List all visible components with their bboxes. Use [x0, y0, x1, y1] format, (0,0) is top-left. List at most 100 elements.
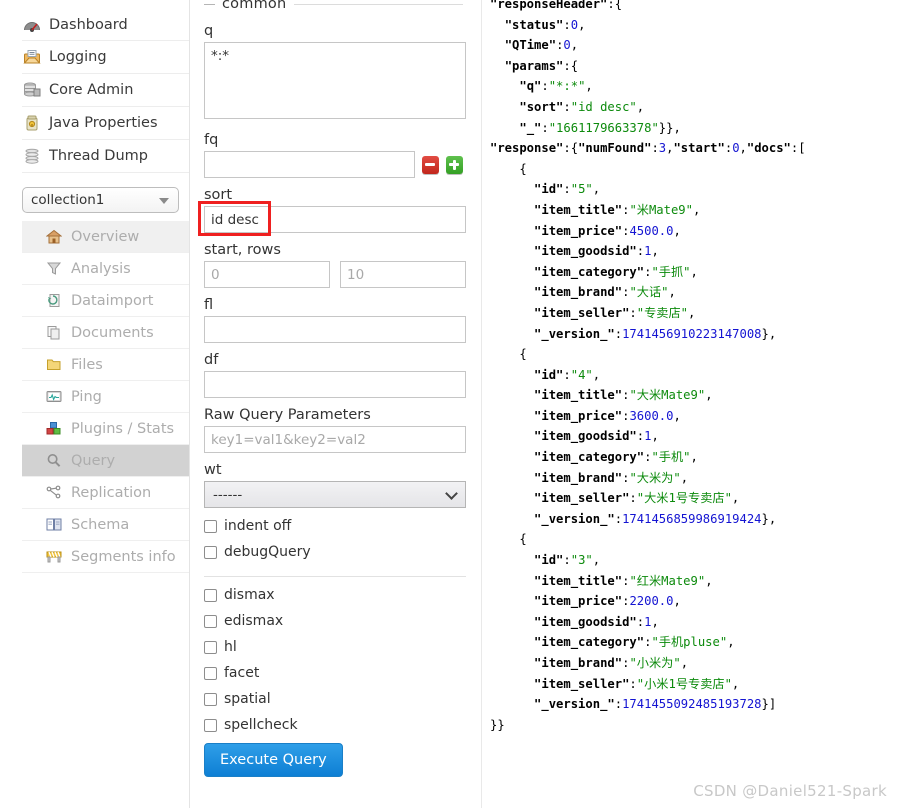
wt-select[interactable]: ------: [204, 481, 466, 508]
checkbox-indent-off[interactable]: indent off: [204, 518, 463, 534]
java-properties-icon: [22, 114, 42, 132]
sidebar-item-segments-info[interactable]: Segments info: [22, 541, 189, 573]
collection-select-value: collection1: [31, 192, 105, 208]
logging-icon: [22, 48, 42, 66]
sidebar-item-files[interactable]: Files: [22, 349, 189, 381]
checkbox-spellcheck[interactable]: spellcheck: [204, 717, 463, 733]
sort-label: sort: [204, 187, 233, 203]
dashboard-icon: [22, 16, 42, 34]
checkbox-label: spellcheck: [224, 717, 298, 733]
sidebar-item-label: Plugins / Stats: [71, 420, 175, 437]
sidebar-core-menu: Overview Analysis Dataimport Documents F…: [0, 221, 189, 573]
fq-label: fq: [204, 132, 219, 148]
checkbox-facet[interactable]: facet: [204, 665, 463, 681]
remove-fq-button[interactable]: [421, 155, 439, 174]
collapse-dash-icon[interactable]: [204, 3, 215, 5]
raw-query-parameters-label: Raw Query Parameters: [204, 407, 371, 423]
checkbox-debug-query[interactable]: debugQuery: [204, 544, 463, 560]
sidebar-top-menu: Dashboard Logging Core Admin Java Proper…: [0, 8, 189, 173]
sidebar-item-label: Replication: [71, 484, 152, 501]
fl-label: fl: [204, 297, 214, 313]
checkbox-icon: [204, 614, 217, 628]
checkbox-hl[interactable]: hl: [204, 639, 463, 655]
minus-icon: [425, 163, 436, 166]
fieldset-legend: common: [222, 0, 287, 12]
start-rows-row: [204, 261, 466, 288]
sort-field-wrap: [198, 201, 466, 236]
fq-input[interactable]: [204, 151, 415, 178]
funnel-icon: [44, 260, 64, 278]
sidebar-item-schema[interactable]: Schema: [22, 509, 189, 541]
checkbox-label: edismax: [224, 613, 284, 629]
sidebar-item-label: Dashboard: [49, 16, 128, 33]
checkbox-icon: [204, 692, 217, 706]
checkbox-label: hl: [224, 639, 237, 655]
q-input[interactable]: [204, 42, 466, 119]
checkbox-spatial[interactable]: spatial: [204, 691, 463, 707]
query-form-panel: common q fq sort start, rows fl: [190, 0, 482, 808]
checkbox-label: dismax: [224, 587, 275, 603]
checkbox-edismax[interactable]: edismax: [204, 613, 463, 629]
rows-input[interactable]: [340, 261, 466, 288]
watermark: CSDN @Daniel521-Spark: [693, 782, 887, 800]
fl-input[interactable]: [204, 316, 466, 343]
sidebar-item-dashboard[interactable]: Dashboard: [22, 8, 189, 41]
chevron-down-icon: [445, 487, 458, 500]
execute-query-button[interactable]: Execute Query: [204, 743, 343, 777]
folder-icon: [44, 356, 64, 374]
checkbox-icon: [204, 718, 217, 732]
solr-admin-query-page: Dashboard Logging Core Admin Java Proper…: [0, 0, 901, 808]
common-fieldset-header: common: [204, 0, 463, 14]
sidebar-item-label: Overview: [71, 228, 140, 245]
df-label: df: [204, 352, 219, 368]
core-admin-icon: [22, 81, 42, 99]
checkbox-icon: [204, 519, 217, 533]
checkbox-label: indent off: [224, 518, 292, 534]
sidebar-item-thread-dump[interactable]: Thread Dump: [22, 140, 189, 173]
checkbox-icon: [204, 588, 217, 602]
sidebar-item-label: Schema: [71, 516, 130, 533]
sidebar-item-replication[interactable]: Replication: [22, 477, 189, 509]
collection-select[interactable]: collection1: [22, 187, 179, 213]
checkbox-icon: [204, 640, 217, 654]
checkbox-icon: [204, 545, 217, 559]
collection-selector-wrap: collection1: [0, 173, 189, 221]
sort-input[interactable]: [204, 206, 466, 233]
sidebar-item-label: Files: [71, 356, 103, 373]
dataimport-icon: [44, 292, 64, 310]
documents-icon: [44, 324, 64, 342]
sidebar-item-label: Segments info: [71, 548, 176, 565]
sidebar-item-plugins-stats[interactable]: Plugins / Stats: [22, 413, 189, 445]
start-rows-label: start, rows: [204, 242, 281, 258]
add-fq-button[interactable]: [445, 155, 464, 174]
sidebar-item-query[interactable]: Query: [22, 445, 189, 477]
q-label: q: [204, 23, 214, 39]
sidebar-item-java-properties[interactable]: Java Properties: [22, 107, 189, 140]
df-input[interactable]: [204, 371, 466, 398]
sidebar-item-analysis[interactable]: Analysis: [22, 253, 189, 285]
checkbox-label: spatial: [224, 691, 271, 707]
sidebar-item-label: Ping: [71, 388, 102, 405]
sidebar-item-label: Java Properties: [49, 115, 158, 131]
thread-dump-icon: [22, 147, 42, 165]
sidebar-item-label: Dataimport: [71, 292, 154, 309]
checkbox-dismax[interactable]: dismax: [204, 587, 463, 603]
sidebar-item-overview[interactable]: Overview: [22, 221, 189, 253]
home-icon: [44, 228, 64, 246]
sidebar-item-label: Logging: [49, 49, 107, 65]
checkbox-icon: [204, 666, 217, 680]
replication-icon: [44, 484, 64, 502]
sidebar-item-dataimport[interactable]: Dataimport: [22, 285, 189, 317]
sidebar-item-ping[interactable]: Ping: [22, 381, 189, 413]
start-input[interactable]: [204, 261, 330, 288]
sidebar-item-label: Core Admin: [49, 82, 134, 98]
checkbox-label: facet: [224, 665, 260, 681]
sidebar-item-logging[interactable]: Logging: [22, 41, 189, 74]
sidebar-item-documents[interactable]: Documents: [22, 317, 189, 349]
sidebar-item-label: Analysis: [71, 260, 131, 277]
raw-query-parameters-input[interactable]: [204, 426, 466, 453]
plugins-icon: [44, 420, 64, 438]
sidebar-item-label: Documents: [71, 324, 154, 341]
sidebar-item-core-admin[interactable]: Core Admin: [22, 74, 189, 107]
plus-icon-v: [453, 159, 456, 170]
